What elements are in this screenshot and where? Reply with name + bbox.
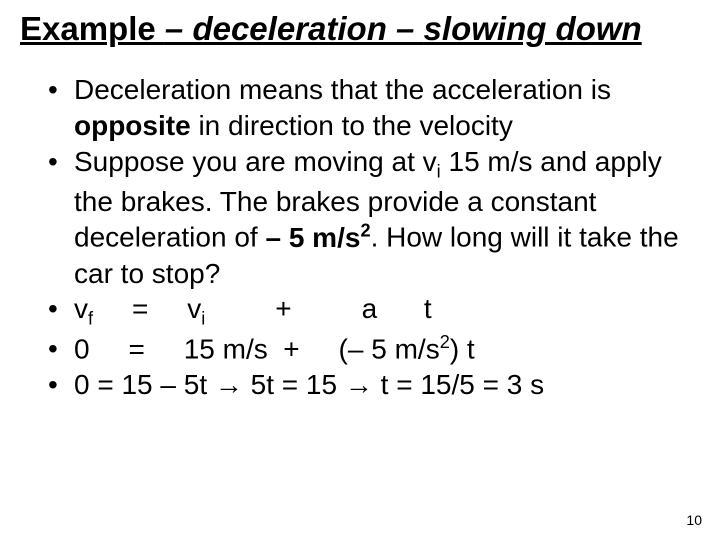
b3-a: a xyxy=(362,293,378,324)
b5-text-c: t = 15/5 = 3 s xyxy=(373,369,544,400)
page-number: 10 xyxy=(686,512,702,528)
b4-text-a: 0 = 15 m/s + ( xyxy=(74,334,348,365)
b3-vi-v: v xyxy=(187,293,201,324)
b3-sp xyxy=(377,293,424,324)
bullet-5: 0 = 15 – 5t → 5t = 15 → t = 15/5 = 3 s xyxy=(48,367,700,403)
b4-text-c: ) t xyxy=(450,334,475,365)
b5-text-b: 5t = 15 xyxy=(243,369,345,400)
slide-title: Example – deceleration – slowing down xyxy=(20,10,700,48)
b3-t: t xyxy=(424,293,432,324)
b5-text-a: 0 = 15 – 5t xyxy=(74,369,215,400)
bullet-list: Deceleration means that the acceleration… xyxy=(20,72,700,403)
arrow-icon: → xyxy=(215,369,243,400)
b2-sup-2: 2 xyxy=(360,220,370,240)
b4-minus: – xyxy=(348,334,364,365)
b3-plus: + xyxy=(205,293,361,324)
arrow-icon: → xyxy=(345,369,373,400)
b4-sup-2: 2 xyxy=(440,332,450,352)
title-seg1: Example xyxy=(20,10,165,47)
b4-text-b: 5 m/s xyxy=(363,334,439,365)
b1-text-c: in direction to the velocity xyxy=(191,110,513,141)
b2-text-c: 5 m/s xyxy=(281,222,360,253)
bullet-4: 0 = 15 m/s + (– 5 m/s2) t xyxy=(48,331,700,367)
b3-eq: = xyxy=(93,293,187,324)
b2-text-a: Suppose you are moving at v xyxy=(74,146,437,177)
b2-minus: – xyxy=(265,222,281,253)
title-seg3: slowing down xyxy=(424,10,642,47)
bullet-3: vf = vi + a t xyxy=(48,291,700,331)
bullet-1: Deceleration means that the acceleration… xyxy=(48,72,700,144)
title-seg2: – deceleration – xyxy=(165,10,424,47)
b1-text-a: Deceleration means that the acceleration… xyxy=(74,74,611,105)
bullet-2: Suppose you are moving at vi 15 m/s and … xyxy=(48,144,700,292)
b3-vf-v: v xyxy=(74,293,88,324)
b1-opposite: opposite xyxy=(74,110,191,141)
